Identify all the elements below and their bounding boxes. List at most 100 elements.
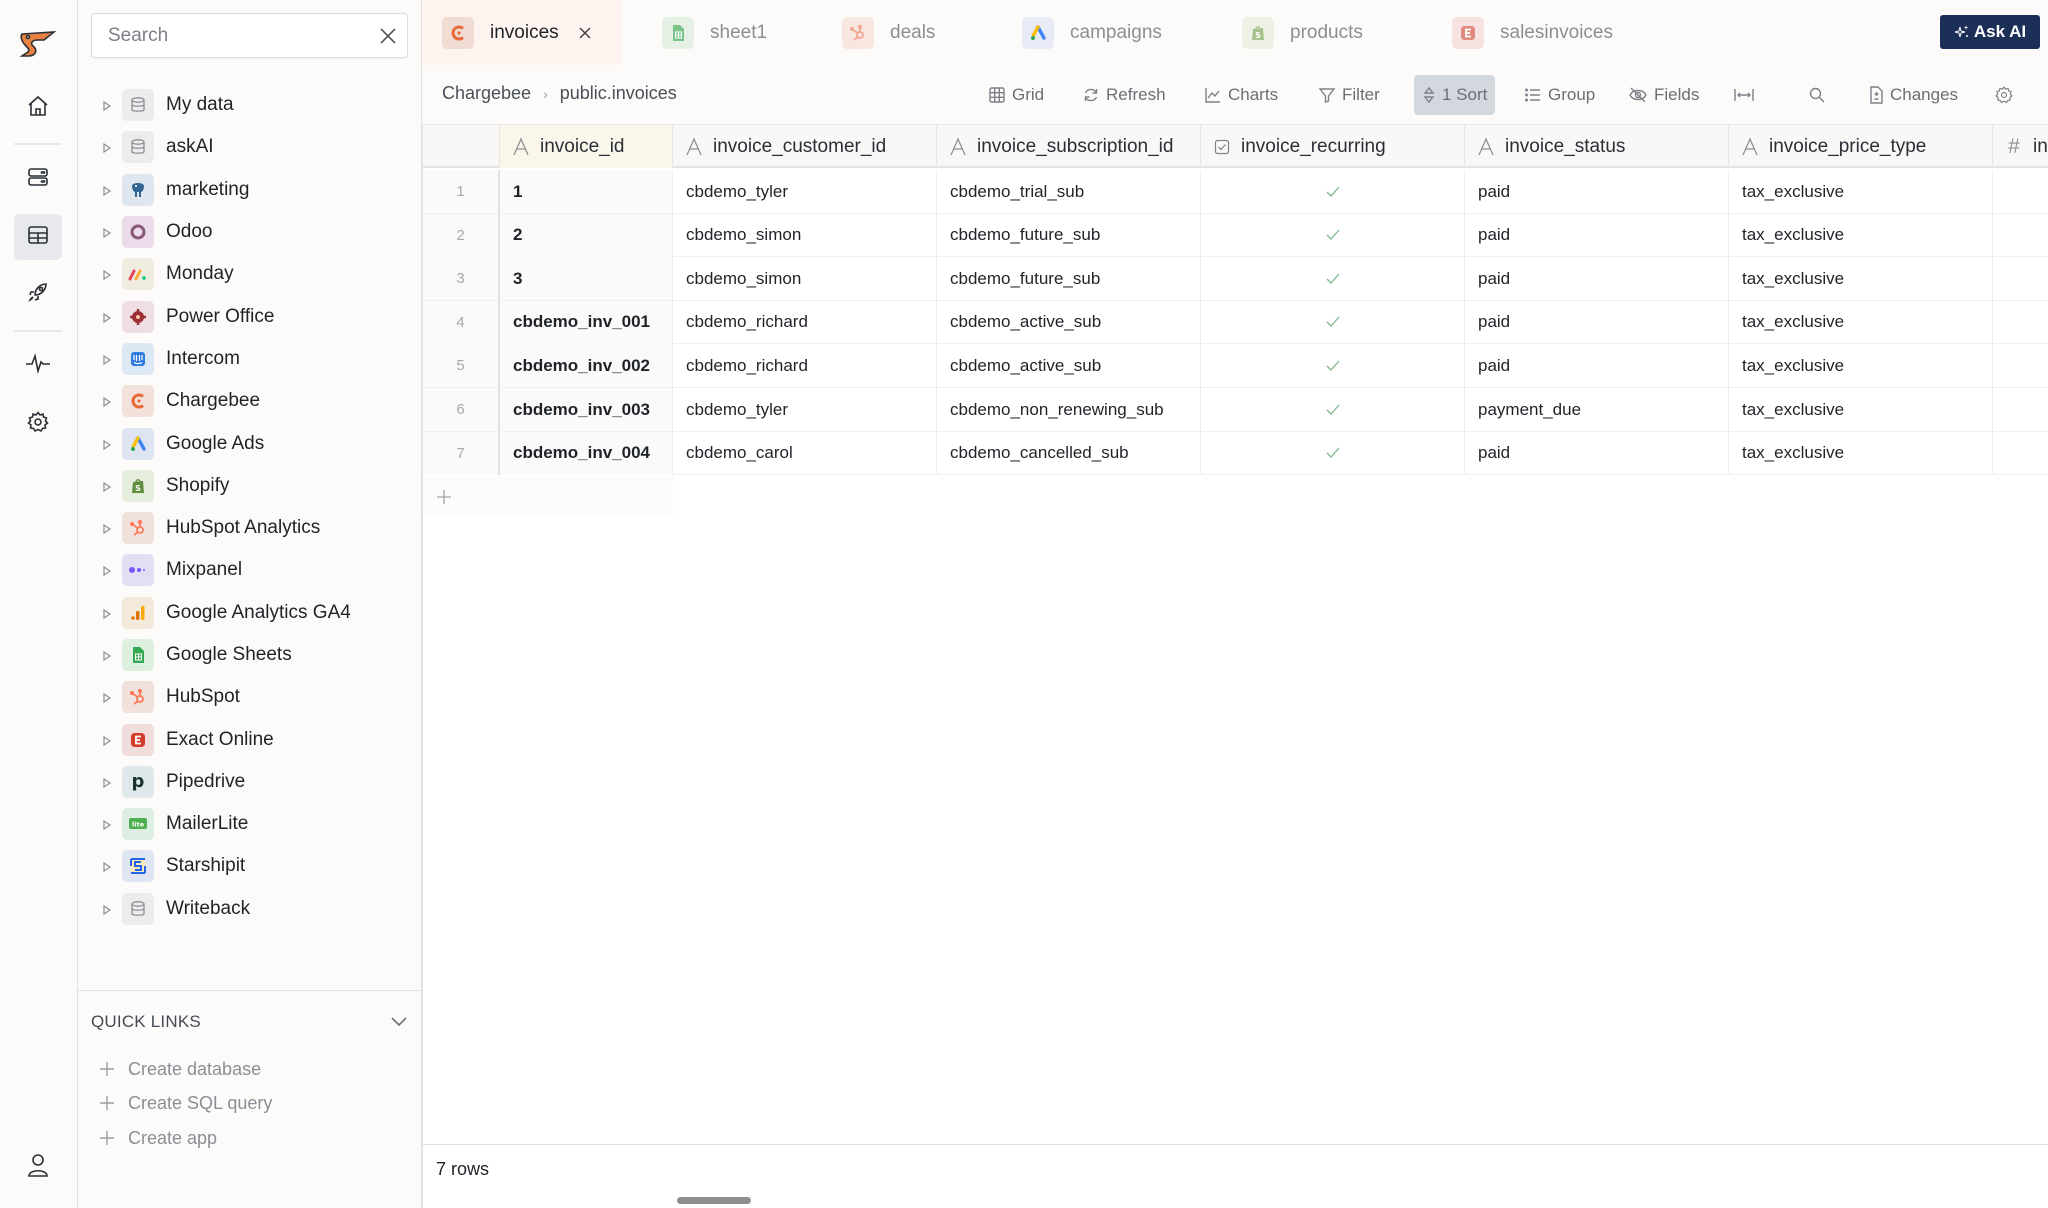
cell-invoice_recurring[interactable] xyxy=(1201,300,1465,344)
rail-tables[interactable] xyxy=(14,214,62,260)
table-row[interactable]: 7 cbdemo_inv_004 cbdemo_carol cbdemo_cancel… xyxy=(423,431,2048,476)
rail-settings[interactable] xyxy=(14,401,62,447)
cell-in[interactable] xyxy=(1993,214,2048,257)
row-number[interactable]: 2 xyxy=(423,213,500,257)
tree-item-marketing[interactable]: marketing xyxy=(78,169,422,211)
cell-invoice_customer_id[interactable]: cbdemo_simon xyxy=(673,257,937,301)
caret-right-icon[interactable] xyxy=(102,184,112,196)
create-database-link[interactable]: Create database xyxy=(98,1055,261,1083)
cell-invoice_price_type[interactable]: tax_exclusive xyxy=(1729,170,1993,213)
row-number[interactable]: 4 xyxy=(423,300,500,344)
caret-right-icon[interactable] xyxy=(102,480,112,492)
tree-item-chargebee[interactable]: Chargebee xyxy=(78,380,422,422)
column-header-invoice_subscription_id[interactable]: invoice_subscription_id xyxy=(937,125,1201,168)
tree-item-google-analytics-ga4[interactable]: Google Analytics GA4 xyxy=(78,592,422,634)
cell-in[interactable] xyxy=(1993,388,2048,431)
quick-links-toggle[interactable] xyxy=(390,1014,408,1028)
tree-item-hubspot[interactable]: HubSpot xyxy=(78,676,422,718)
rail-home[interactable] xyxy=(14,85,62,131)
cell-in[interactable] xyxy=(1993,344,2048,387)
caret-right-icon[interactable] xyxy=(102,438,112,450)
cell-invoice_id[interactable]: 1 xyxy=(500,170,673,213)
user-account-button[interactable] xyxy=(26,1152,50,1178)
caret-right-icon[interactable] xyxy=(102,268,112,281)
caret-right-icon[interactable] xyxy=(102,141,112,154)
table-row[interactable]: 1 1 cbdemo_tyler cbdemo_trial_sub paid tax_ex… xyxy=(423,170,2048,214)
cell-invoice_customer_id[interactable]: cbdemo_tyler xyxy=(673,170,937,213)
cell-invoice_status[interactable]: payment_due xyxy=(1465,388,1729,431)
cell-invoice_recurring[interactable] xyxy=(1201,344,1465,388)
row-number[interactable]: 7 xyxy=(423,431,500,475)
cell-invoice_price_type[interactable]: tax_exclusive xyxy=(1729,431,1993,475)
tab-sheet1[interactable]: sheet1 xyxy=(642,0,802,65)
cell-invoice_recurring[interactable] xyxy=(1201,213,1465,257)
tree-item-starshipit[interactable]: Starshipit xyxy=(78,845,422,887)
tree-item-pipedrive[interactable]: p Pipedrive xyxy=(78,761,422,803)
gear-button[interactable] xyxy=(1986,75,2028,115)
grid-button[interactable]: Grid xyxy=(980,75,1052,115)
fit-width-button[interactable] xyxy=(1725,75,1769,115)
pelican-logo[interactable] xyxy=(18,28,58,62)
cell-invoice_status[interactable]: paid xyxy=(1465,300,1729,344)
cell-invoice_subscription_id[interactable]: cbdemo_non_renewing_sub xyxy=(937,388,1201,431)
cell-invoice_subscription_id[interactable]: cbdemo_cancelled_sub xyxy=(937,431,1201,475)
cell-invoice_subscription_id[interactable]: cbdemo_future_sub xyxy=(937,213,1201,257)
caret-right-icon[interactable] xyxy=(102,903,112,915)
row-number[interactable]: 5 xyxy=(423,344,500,388)
refresh-button[interactable]: Refresh xyxy=(1074,75,1174,115)
column-header-invoice_price_type[interactable]: invoice_price_type xyxy=(1729,125,1993,168)
rail-launch[interactable] xyxy=(14,271,62,317)
row-number[interactable]: 6 xyxy=(423,388,500,431)
cell-invoice_subscription_id[interactable]: cbdemo_active_sub xyxy=(937,300,1201,344)
tree-item-power-office[interactable]: Power Office xyxy=(78,295,422,337)
tree-item-monday[interactable]: Monday xyxy=(78,253,422,295)
cell-invoice_customer_id[interactable]: cbdemo_tyler xyxy=(673,388,937,431)
cell-invoice_customer_id[interactable]: cbdemo_carol xyxy=(673,431,937,475)
caret-right-icon[interactable] xyxy=(102,691,112,704)
cell-invoice_status[interactable]: paid xyxy=(1465,170,1729,213)
caret-right-icon[interactable] xyxy=(102,776,112,789)
tab-campaigns[interactable]: campaigns xyxy=(1002,0,1202,65)
cell-in[interactable] xyxy=(1993,170,2048,213)
cell-invoice_price_type[interactable]: tax_exclusive xyxy=(1729,257,1993,301)
cell-invoice_subscription_id[interactable]: cbdemo_trial_sub xyxy=(937,170,1201,213)
tree-item-writeback[interactable]: Writeback xyxy=(78,888,422,930)
cell-invoice_price_type[interactable]: tax_exclusive xyxy=(1729,213,1993,257)
select-all-cell[interactable] xyxy=(423,125,500,168)
caret-right-icon[interactable] xyxy=(102,607,112,619)
close-tab-button[interactable] xyxy=(577,25,593,41)
column-header-in[interactable]: # in xyxy=(1993,125,2048,168)
row-number[interactable]: 1 xyxy=(423,170,500,213)
row-number[interactable]: 3 xyxy=(423,257,500,301)
changes-button[interactable]: Changes xyxy=(1860,75,1966,115)
tab-salesinvoices[interactable]: salesinvoices xyxy=(1432,0,1632,65)
tree-item-my-data[interactable]: My data xyxy=(78,84,422,126)
tree-item-exact-online[interactable]: Exact Online xyxy=(78,718,422,760)
rail-activity[interactable] xyxy=(14,342,62,388)
tree-item-shopify[interactable]: S Shopify xyxy=(78,465,422,507)
cell-invoice_status[interactable]: paid xyxy=(1465,431,1729,475)
create-app-link[interactable]: Create app xyxy=(98,1124,217,1152)
cell-invoice_price_type[interactable]: tax_exclusive xyxy=(1729,388,1993,431)
group-button[interactable]: Group xyxy=(1516,75,1603,115)
cell-invoice_recurring[interactable] xyxy=(1201,170,1465,213)
ask-ai-button[interactable]: Ask AI xyxy=(1940,15,2040,49)
cell-invoice_price_type[interactable]: tax_exclusive xyxy=(1729,344,1993,388)
cell-invoice_id[interactable]: cbdemo_inv_003 xyxy=(500,388,673,431)
tab-invoices[interactable]: invoices xyxy=(422,0,622,65)
table-row[interactable]: 4 cbdemo_inv_001 cbdemo_richard cbdemo_acti… xyxy=(423,300,2048,345)
caret-right-icon[interactable] xyxy=(102,353,112,366)
tree-item-odoo[interactable]: Odoo xyxy=(78,211,422,253)
caret-right-icon[interactable] xyxy=(102,311,112,323)
charts-button[interactable]: Charts xyxy=(1196,75,1286,115)
cell-invoice_subscription_id[interactable]: cbdemo_future_sub xyxy=(937,257,1201,301)
caret-right-icon[interactable] xyxy=(102,860,112,873)
tab-deals[interactable]: deals xyxy=(822,0,982,65)
cell-invoice_id[interactable]: cbdemo_inv_002 xyxy=(500,344,673,388)
cell-in[interactable] xyxy=(1993,301,2048,344)
search-button[interactable] xyxy=(1800,75,1840,115)
1-sort-button[interactable]: 1 Sort xyxy=(1414,75,1496,115)
cell-invoice_status[interactable]: paid xyxy=(1465,257,1729,301)
breadcrumb-source[interactable]: Chargebee xyxy=(442,83,531,104)
horizontal-scrollbar[interactable] xyxy=(677,1197,751,1204)
